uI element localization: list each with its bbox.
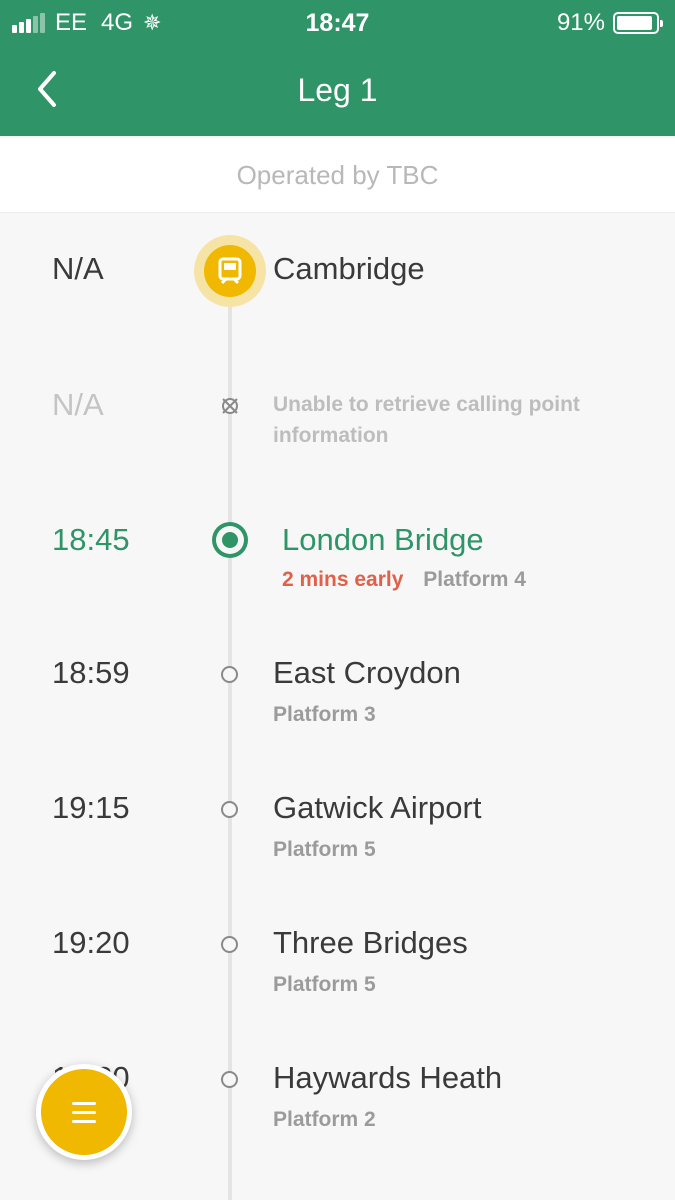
stop-marker [221, 936, 238, 953]
stop-name: East Croydon [273, 655, 461, 690]
stop-london-bridge[interactable]: 18:45 London Bridge 2 mins early Platfor… [0, 518, 675, 598]
stop-east-croydon[interactable]: 18:59 East Croydon Platform 3 [0, 653, 675, 733]
stop-marker [221, 666, 238, 683]
stop-details: 2 mins early Platform 4 [282, 568, 526, 592]
unavailable-message: Unable to retrieve calling point informa… [273, 393, 580, 447]
stop-name: Gatwick Airport [273, 790, 482, 825]
stop-name: London Bridge [282, 522, 484, 557]
platform-label: Platform 4 [423, 568, 526, 591]
unavailable-icon [220, 396, 240, 416]
operator-banner: Operated by TBC [0, 138, 675, 213]
stop-time: 18:59 [52, 655, 130, 690]
battery-percentage: 91% [556, 9, 605, 36]
origin-marker [194, 235, 266, 307]
platform-label: Platform 5 [273, 838, 376, 861]
early-status: 2 mins early [282, 568, 404, 591]
stop-marker [221, 1071, 238, 1088]
stop-name: Haywards Heath [273, 1060, 503, 1095]
stop-name: Three Bridges [273, 925, 468, 960]
stop-marker [221, 801, 238, 818]
stop-unavailable: N/A Unable to retrieve calling point inf… [0, 385, 675, 455]
status-right: 91% [556, 9, 663, 37]
status-bar: EE 4G ✵ 18:47 91% [0, 0, 675, 46]
stop-time: 19:15 [52, 790, 130, 825]
battery-icon [613, 12, 663, 34]
stop-gatwick-airport[interactable]: 19:15 Gatwick Airport Platform 5 [0, 788, 675, 868]
page-title: Leg 1 [297, 72, 378, 108]
train-icon [204, 245, 256, 297]
screen: EE 4G ✵ 18:47 91% Leg 1 Operated by TBC … [0, 0, 675, 1200]
stop-cambridge[interactable]: N/A Cambridge [0, 235, 675, 307]
stop-name: Cambridge [273, 251, 425, 286]
stop-time: 19:20 [52, 925, 130, 960]
stop-time: N/A [52, 387, 104, 422]
platform-label: Platform 3 [273, 703, 376, 726]
platform-label: Platform 2 [273, 1108, 376, 1131]
stop-time: 18:45 [52, 522, 130, 557]
stop-three-bridges[interactable]: 19:20 Three Bridges Platform 5 [0, 923, 675, 1003]
current-stop-marker [212, 522, 248, 558]
platform-label: Platform 5 [273, 973, 376, 996]
menu-button[interactable] [36, 1064, 132, 1160]
navigation-bar: Leg 1 [0, 46, 675, 136]
hamburger-menu-icon [72, 1101, 96, 1105]
stop-time: N/A [52, 251, 104, 286]
